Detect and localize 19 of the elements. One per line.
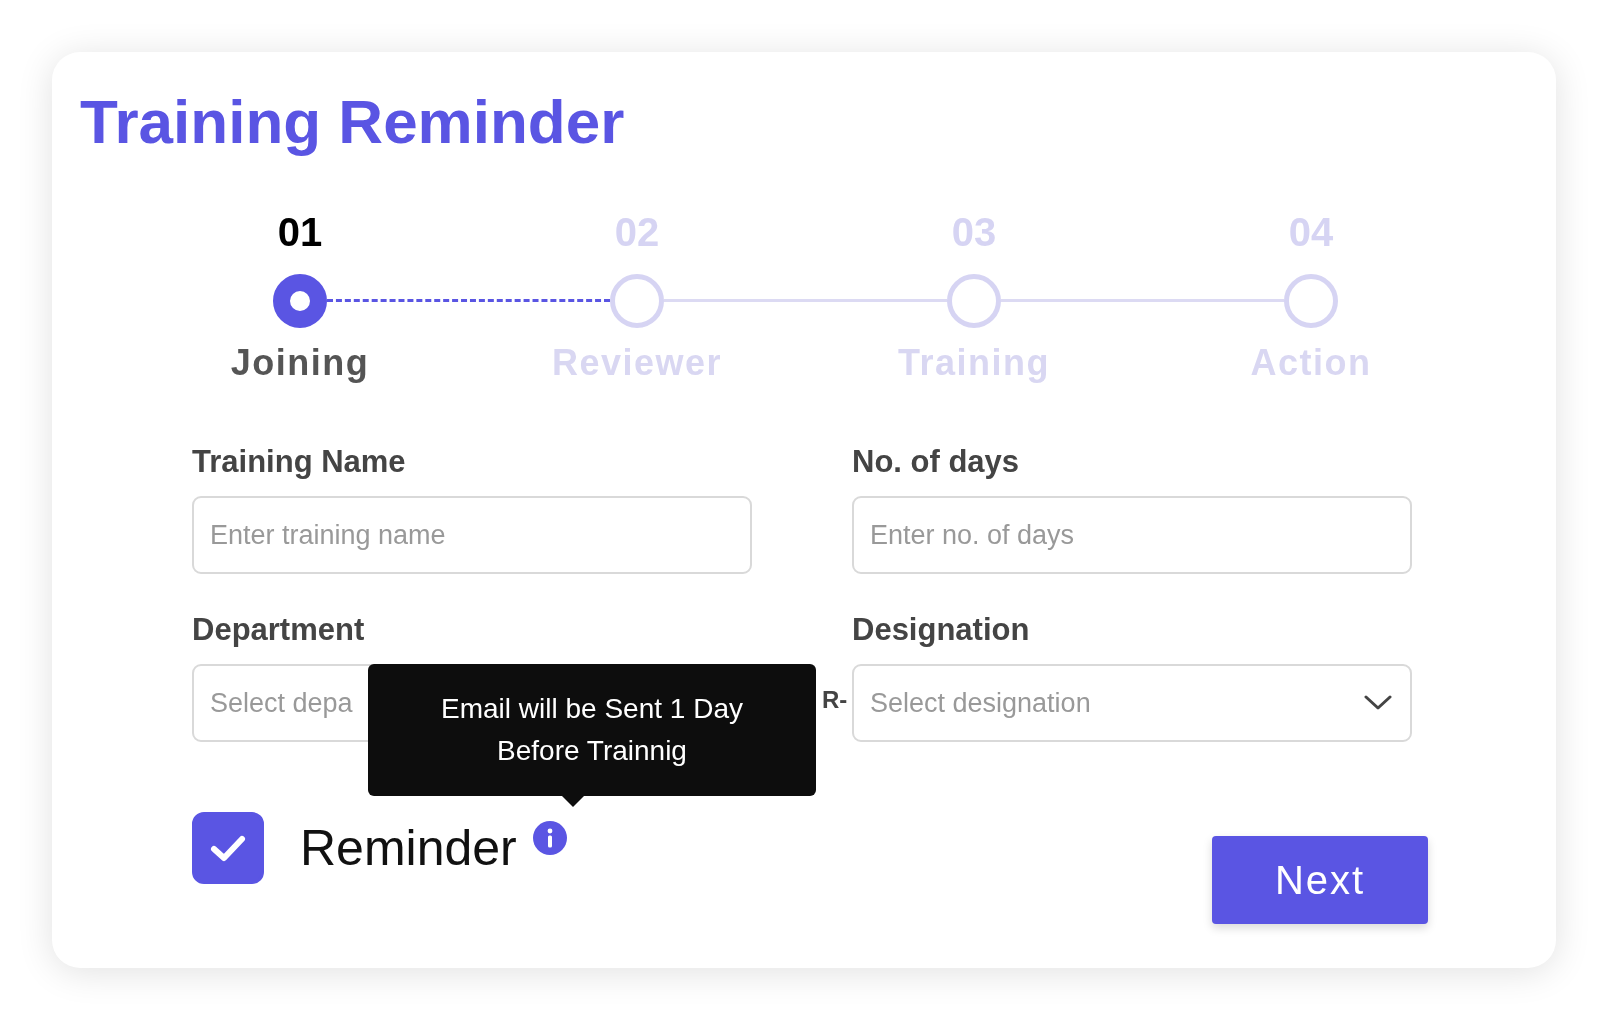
- page-title: Training Reminder: [80, 86, 626, 158]
- input-field[interactable]: Enter no. of days: [852, 496, 1412, 574]
- step-circle[interactable]: [273, 274, 327, 328]
- info-icon[interactable]: [532, 821, 567, 855]
- field-label: Department: [192, 612, 366, 648]
- step-label: Joining: [230, 342, 370, 384]
- field-suffix-text: R-: [822, 686, 848, 714]
- select-field[interactable]: Select designation: [852, 664, 1412, 742]
- tooltip-arrow: [562, 796, 584, 807]
- chevron-down-icon: [1364, 695, 1392, 711]
- next-button[interactable]: Next: [1212, 836, 1428, 924]
- field-label: Training Name: [192, 444, 407, 480]
- checkbox-label: Reminder: [300, 819, 517, 877]
- step-number: 01: [277, 209, 323, 256]
- checkbox[interactable]: [192, 812, 264, 884]
- field-label: No. of days: [852, 444, 1021, 480]
- tooltip: Email will be Sent 1 Day Before Trainnig: [368, 664, 816, 796]
- input-field[interactable]: Enter training name: [192, 496, 752, 574]
- field-label: Designation: [852, 612, 1031, 648]
